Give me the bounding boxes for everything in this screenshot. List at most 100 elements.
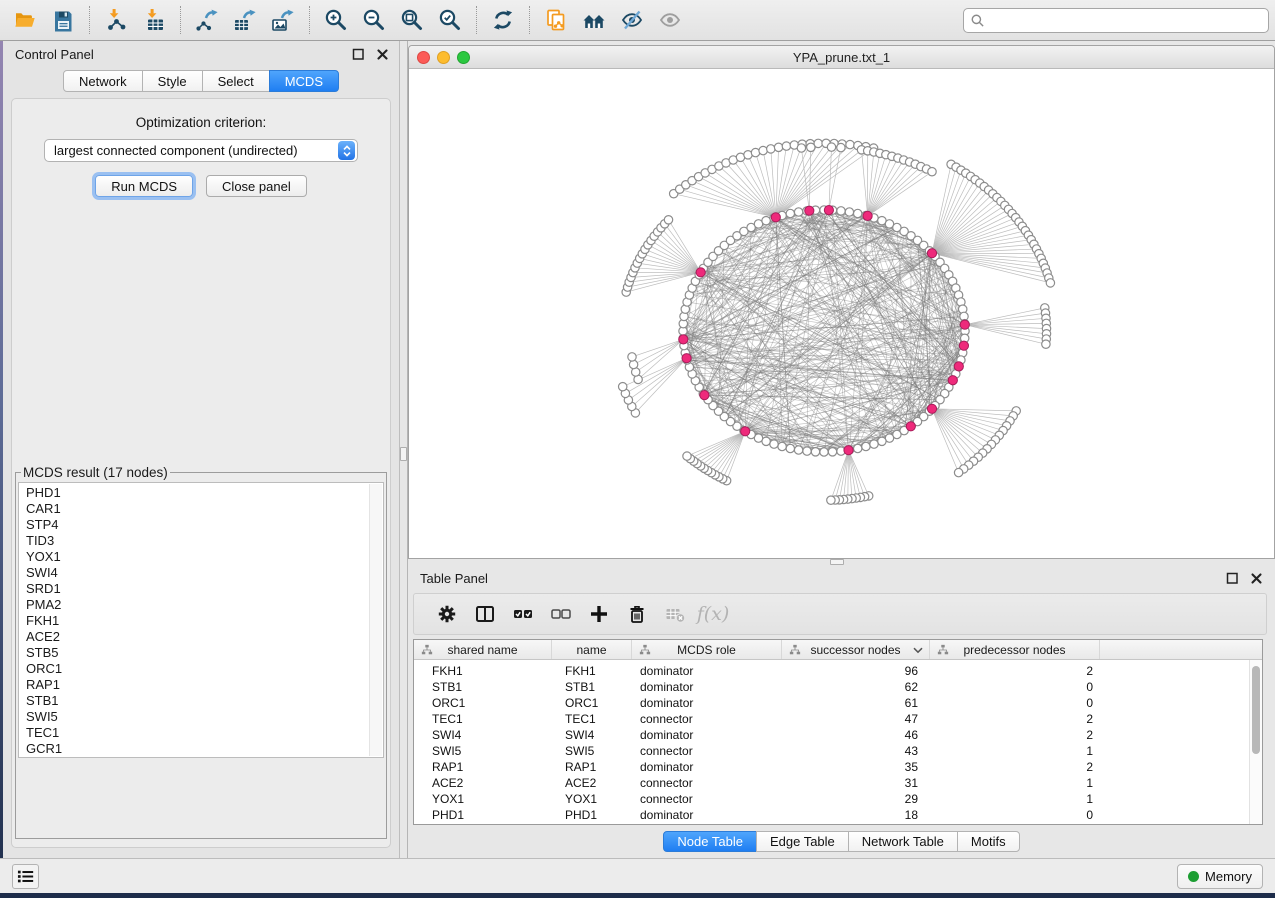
zoom-in-button[interactable] [317,3,355,37]
mcds-result-item[interactable]: STB1 [26,693,369,709]
eye-icon [658,8,682,32]
cell-name: PHD1 [552,808,632,824]
save-icon [51,8,75,32]
export-table-button[interactable] [226,3,264,37]
mcds-result-item[interactable]: CAR1 [26,501,369,517]
tab-mcds[interactable]: MCDS [269,70,339,92]
zoom-out-button[interactable] [355,3,393,37]
table-row[interactable]: RAP1RAP1dominator352 [414,760,1262,776]
plus-icon [588,603,610,625]
show-panels-button[interactable] [12,864,39,889]
table-row[interactable]: FKH1FKH1dominator962 [414,664,1262,680]
tab-node-table[interactable]: Node Table [663,831,757,852]
close-panel-icon[interactable] [1250,572,1263,585]
close-panel-icon[interactable] [376,48,389,61]
mcds-result-item[interactable]: YOX1 [26,549,369,565]
close-panel-button[interactable]: Close panel [206,175,307,197]
tab-edge-table[interactable]: Edge Table [756,831,849,852]
tab-network-table[interactable]: Network Table [848,831,958,852]
table-row[interactable]: PHD1PHD1dominator180 [414,808,1262,824]
mcds-result-item[interactable]: TID3 [26,533,369,549]
column-header-successor-nodes[interactable]: successor nodes [782,640,930,659]
mcds-result-item[interactable]: STB5 [26,645,369,661]
vertical-splitter-handle[interactable] [400,447,407,461]
mcds-result-item[interactable]: RAP1 [26,677,369,693]
table-row[interactable]: ACE2ACE2connector311 [414,776,1262,792]
table-row[interactable]: ORC1ORC1dominator610 [414,696,1262,712]
mcds-result-item[interactable]: SWI5 [26,709,369,725]
table-scrollbar[interactable] [1249,660,1262,824]
cell-shared-name: TEC1 [414,712,552,728]
list-icon [17,868,35,885]
open-file-button[interactable] [6,3,44,37]
import-table-button[interactable] [135,3,173,37]
table-row[interactable]: STB1STB1dominator620 [414,680,1262,696]
column-header-mcds-role[interactable]: MCDS role [632,640,782,659]
column-type-icon [789,644,801,656]
show-columns-button[interactable] [466,597,504,631]
zoom-fit-button[interactable] [393,3,431,37]
toolbar-separator [180,6,181,34]
mcds-result-item[interactable]: ORC1 [26,661,369,677]
unchecked-boxes-icon [550,603,572,625]
search-field[interactable] [963,8,1269,33]
first-neighbors-button[interactable] [575,3,613,37]
search-icon [970,13,985,28]
cell-successor-nodes: 35 [782,760,930,776]
export-network-button[interactable] [188,3,226,37]
mcds-result-item[interactable]: PMA2 [26,597,369,613]
refresh-button[interactable] [484,3,522,37]
horizontal-splitter[interactable] [408,559,1275,565]
horizontal-splitter-handle[interactable] [830,559,844,565]
main-toolbar [0,0,1275,41]
tab-motifs[interactable]: Motifs [957,831,1020,852]
mcds-result-item[interactable]: SRD1 [26,581,369,597]
new-network-from-selection-button[interactable] [537,3,575,37]
column-header-shared-name[interactable]: shared name [414,640,552,659]
float-panel-icon[interactable] [1226,572,1239,585]
tab-style[interactable]: Style [142,70,203,92]
tab-select[interactable]: Select [202,70,270,92]
cell-successor-nodes: 47 [782,712,930,728]
import-network-button[interactable] [97,3,135,37]
mcds-result-item[interactable]: ACE2 [26,629,369,645]
zoom-selected-button[interactable] [431,3,469,37]
mcds-result-item[interactable]: GCR1 [26,741,369,757]
table-scrollbar-thumb[interactable] [1252,666,1260,754]
table-panel-header: Table Panel [408,565,1275,591]
mcds-result-scrollbar[interactable] [369,484,382,756]
delete-row-button[interactable] [618,597,656,631]
cell-successor-nodes: 43 [782,744,930,760]
mcds-result-item[interactable]: TEC1 [26,725,369,741]
save-session-button[interactable] [44,3,82,37]
mcds-result-item[interactable]: FKH1 [26,613,369,629]
column-header-name[interactable]: name [552,640,632,659]
network-canvas[interactable] [409,69,1274,558]
cell-predecessor-nodes: 1 [930,792,1100,808]
tab-network[interactable]: Network [63,70,143,92]
export-image-button[interactable] [264,3,302,37]
cell-predecessor-nodes: 1 [930,744,1100,760]
select-all-button[interactable] [504,597,542,631]
deselect-all-button[interactable] [542,597,580,631]
network-graph[interactable] [409,69,1273,558]
memory-button[interactable]: Memory [1177,864,1263,889]
add-row-button[interactable] [580,597,618,631]
table-row[interactable]: YOX1YOX1connector291 [414,792,1262,808]
mcds-result-item[interactable]: PHD1 [26,485,369,501]
float-panel-icon[interactable] [352,48,365,61]
table-row[interactable]: TEC1TEC1connector472 [414,712,1262,728]
table-row[interactable]: SWI4SWI4dominator462 [414,728,1262,744]
search-input[interactable] [989,13,1262,28]
mcds-result-item[interactable]: STP4 [26,517,369,533]
vertical-splitter[interactable] [400,41,408,858]
cell-predecessor-nodes: 0 [930,696,1100,712]
column-header-predecessor-nodes[interactable]: predecessor nodes [930,640,1100,659]
table-settings-button[interactable] [428,597,466,631]
optimization-criterion-select[interactable]: largest connected component (undirected) [44,139,358,162]
mcds-result-item[interactable]: SWI4 [26,565,369,581]
node-table-header: shared name name MCDS role successor nod… [414,640,1262,660]
hide-selected-button[interactable] [613,3,651,37]
run-mcds-button[interactable]: Run MCDS [95,175,193,197]
table-row[interactable]: SWI5SWI5connector431 [414,744,1262,760]
